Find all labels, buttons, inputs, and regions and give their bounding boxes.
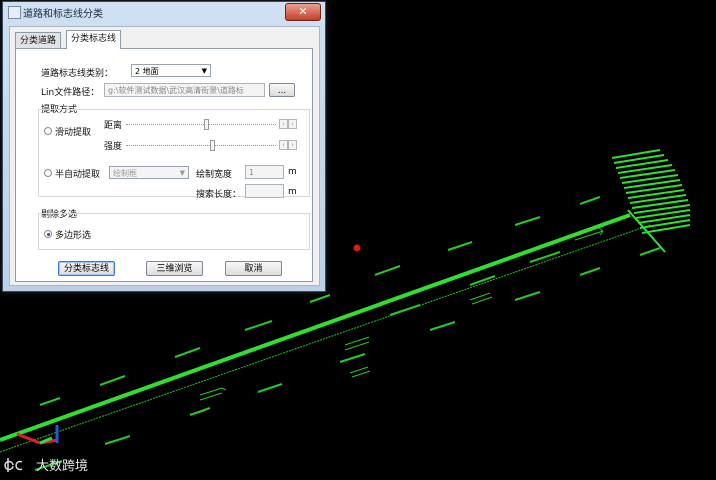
semi-auto-label: 半自动提取 [55,170,101,180]
search-length-label: 搜索长度： [196,190,242,200]
watermark-logo [4,458,23,472]
dialog-titlebar: 道路和标志线分类 ✕ [3,2,325,22]
lin-path-input[interactable]: g:\软件测试数据\武汉高清街景\道路标 [104,83,265,97]
distance-label: 距离 [104,121,123,131]
slide-extract-label: 滑动提取 [55,128,92,138]
intensity-slider-thumb[interactable] [210,140,215,151]
intensity-label: 强度 [104,142,123,152]
draw-width-input[interactable]: 1 [245,165,284,179]
draw-shape-select[interactable]: 绘制框 ▼ [109,166,189,179]
close-button[interactable]: ✕ [285,3,321,21]
classify-dialog: 道路和标志线分类 ✕ 分类道路 分类标志线 道路标志线类别： 2 地面 ▼ Li… [2,1,326,292]
view-3d-button[interactable]: 三维浏览 [146,261,203,276]
line-type-value: 2 地面 [135,67,159,76]
tab-panel-marking: 道路标志线类别： 2 地面 ▼ Lin文件路径： g:\软件测试数据\武汉高清街… [15,48,313,282]
tab-classify-road[interactable]: 分类道路 [15,32,62,49]
intensity-increment[interactable]: › [288,140,297,150]
polygon-select-label: 多边形选 [55,231,92,241]
lin-path-label: Lin文件路径： [41,88,100,98]
search-length-input[interactable] [245,184,284,198]
dialog-client: 分类道路 分类标志线 道路标志线类别： 2 地面 ▼ Lin文件路径： g:\软… [9,26,320,286]
intensity-slider-track[interactable] [126,145,276,147]
draw-width-label: 绘制宽度 [196,170,233,180]
polygon-select-radio[interactable] [44,230,52,238]
crosswalk-stripes [611,149,691,234]
chevron-down-icon: ▼ [179,169,185,177]
distance-decrement[interactable]: ‹ [279,119,288,129]
app-icon [8,6,21,19]
search-length-unit: m [288,187,297,197]
dialog-title: 道路和标志线分类 [23,9,103,20]
distance-slider-track[interactable] [126,124,276,126]
classify-marking-button[interactable]: 分类标志线 [58,261,115,276]
tab-classify-marking[interactable]: 分类标志线 [66,30,122,49]
draw-width-unit: m [288,167,297,177]
distance-slider-thumb[interactable] [204,119,209,130]
watermark-text: 大数跨境 [36,459,88,474]
distance-increment[interactable]: › [288,119,297,129]
intensity-decrement[interactable]: ‹ [279,140,288,150]
cancel-button[interactable]: 取消 [225,261,282,276]
selection-marker [353,244,361,252]
slide-extract-radio[interactable] [44,127,52,135]
chevron-down-icon: ▼ [201,67,207,75]
line-type-label: 道路标志线类别： [41,69,114,79]
draw-shape-value: 绘制框 [113,169,137,178]
browse-button[interactable]: ... [269,83,295,97]
semi-auto-radio[interactable] [44,169,52,177]
line-type-select[interactable]: 2 地面 ▼ [131,64,211,77]
